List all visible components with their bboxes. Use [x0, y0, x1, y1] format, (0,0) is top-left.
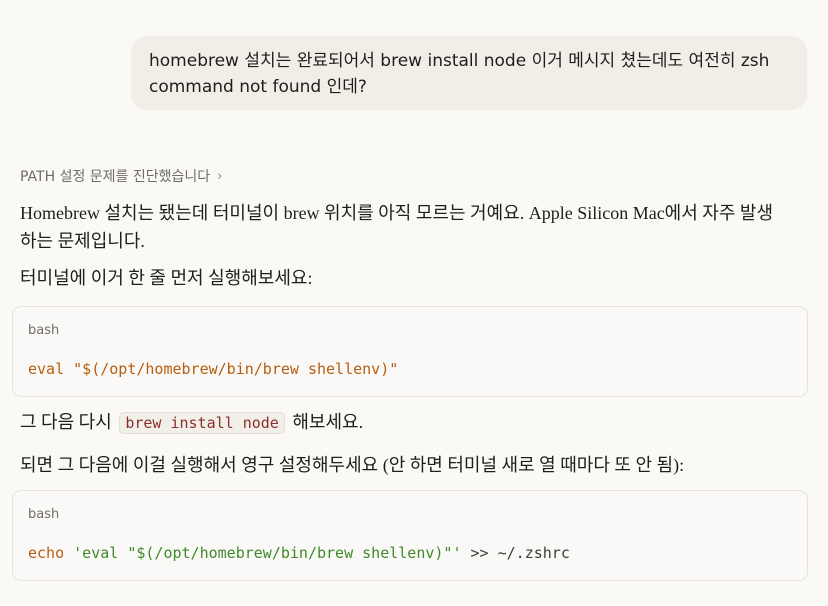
- response-paragraph-1: Homebrew 설치는 됐는데 터미널이 brew 위치를 아직 모르는 거예…: [20, 199, 790, 255]
- chevron-right-icon: ›: [217, 169, 223, 184]
- code-keyword: eval: [28, 360, 65, 378]
- thinking-summary-label: PATH 설정 문제를 진단했습니다: [20, 169, 211, 185]
- user-message-line-1: homebrew 설치는 완료되어서 brew install node 이거 …: [149, 51, 770, 71]
- code-line[interactable]: eval "$(/opt/homebrew/bin/brew shellenv)…: [28, 359, 398, 379]
- response-paragraph-3-after: 해보세요.: [292, 412, 364, 432]
- code-language-label: bash: [28, 507, 60, 522]
- code-line[interactable]: echo 'eval "$(/opt/homebrew/bin/brew she…: [28, 543, 570, 563]
- code-block-1: bash eval "$(/opt/homebrew/bin/brew shel…: [12, 306, 808, 397]
- user-message-bubble: homebrew 설치는 완료되어서 brew install node 이거 …: [131, 36, 807, 110]
- user-message-line-2: command not found 인데?: [149, 77, 367, 97]
- code-plain: >> ~/.zshrc: [470, 544, 570, 562]
- response-paragraph-1-line-2: 하는 문제입니다.: [20, 231, 145, 251]
- response-paragraph-4: 되면 그 다음에 이걸 실행해서 영구 설정해두세요 (안 하면 터미널 새로 …: [20, 455, 685, 475]
- code-keyword: echo: [28, 544, 65, 562]
- inline-code: brew install node: [119, 412, 285, 434]
- code-block-2: bash echo 'eval "$(/opt/homebrew/bin/bre…: [12, 490, 808, 581]
- code-language-label: bash: [28, 323, 60, 338]
- code-string: 'eval "$(/opt/homebrew/bin/brew shellenv…: [73, 544, 462, 562]
- response-paragraph-1-line-1: Homebrew 설치는 됐는데 터미널이 brew 위치를 아직 모르는 거예…: [20, 203, 774, 223]
- response-paragraph-3: 그 다음 다시 brew install node 해보세요.: [20, 408, 363, 437]
- response-paragraph-2: 터미널에 이거 한 줄 먼저 실행해보세요:: [20, 268, 313, 288]
- response-paragraph-3-before: 그 다음 다시: [20, 412, 112, 432]
- thinking-summary-toggle[interactable]: PATH 설정 문제를 진단했습니다 ›: [20, 166, 222, 188]
- code-string: "$(/opt/homebrew/bin/brew shellenv)": [73, 360, 399, 378]
